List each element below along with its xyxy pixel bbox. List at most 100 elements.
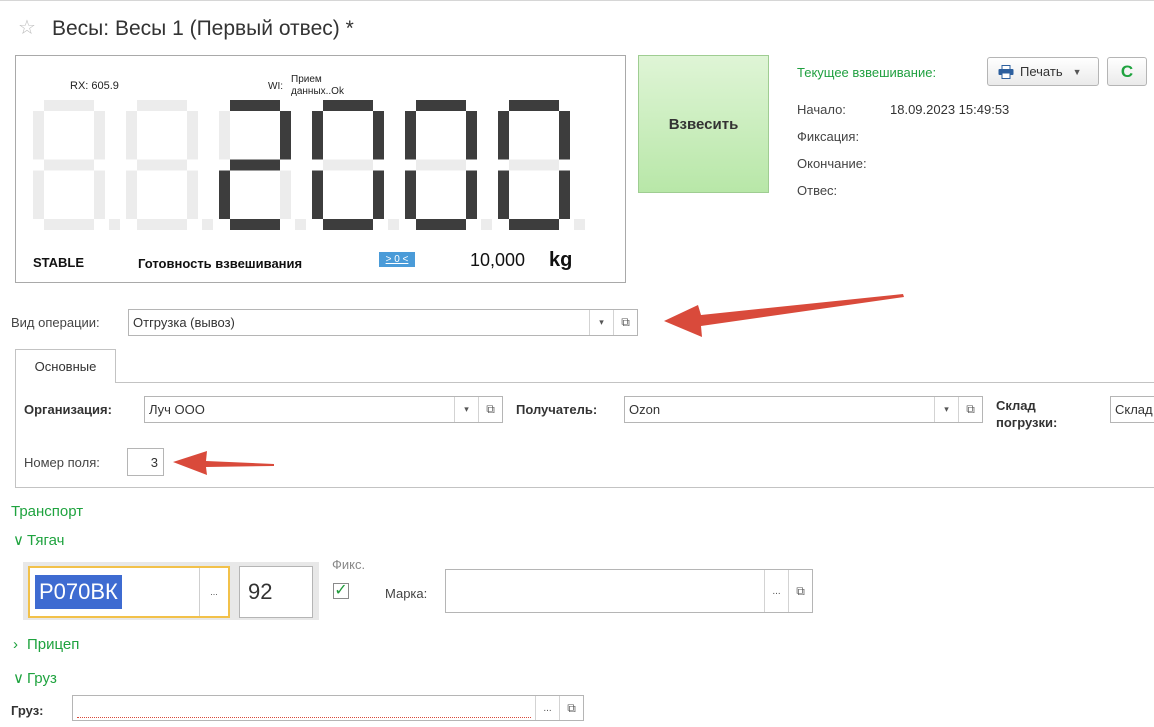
segment-0-c (94, 170, 105, 219)
cargo-group-header[interactable]: ∨ Груз (13, 669, 57, 687)
segment-2-f (219, 111, 230, 160)
stable-indicator: STABLE (33, 255, 85, 270)
open-form-icon[interactable]: ⧉ (559, 696, 583, 720)
segment-4-f (405, 111, 416, 160)
otves-label: Отвес: (797, 183, 838, 198)
segment-0-f (33, 111, 44, 160)
decimal-point-1 (202, 219, 213, 230)
organization-field[interactable]: Луч ООО ▾ ⧉ (144, 396, 503, 423)
weigh-button[interactable]: Взвесить (638, 55, 769, 193)
segment-4-a (416, 100, 466, 111)
decimal-point-2 (295, 219, 306, 230)
wi-status: Прием данных..Ok (291, 74, 344, 97)
segment-1-d (137, 219, 187, 230)
decimal-point-0 (109, 219, 120, 230)
refresh-icon: C (1120, 61, 1134, 81)
printer-icon (998, 64, 1014, 79)
dropdown-arrow-icon[interactable]: ▾ (589, 310, 613, 335)
segment-0-d (44, 219, 94, 230)
current-weighing-label: Текущее взвешивание: (797, 65, 937, 80)
segment-1-a (137, 100, 187, 111)
field-number-input[interactable]: 3 (127, 448, 164, 476)
segment-4-b (466, 111, 477, 160)
trailer-group-label: Прицеп (27, 636, 80, 653)
open-form-icon[interactable]: ⧉ (788, 570, 812, 612)
segment-2-a (230, 100, 280, 111)
chevron-down-icon: ∨ (13, 670, 24, 687)
segment-3-a (323, 100, 373, 111)
segment-3-g (323, 159, 373, 171)
segment-5-c (559, 170, 570, 219)
segment-5-b (559, 111, 570, 160)
organization-label: Организация: (24, 402, 112, 417)
plate-region-field[interactable]: 92 (239, 566, 313, 618)
brand-label: Марка: (385, 586, 428, 601)
recipient-label: Получатель: (516, 402, 598, 417)
tab-main[interactable]: Основные (15, 349, 116, 383)
chevron-down-icon: ▼ (1072, 66, 1082, 77)
dropdown-arrow-icon[interactable]: ▾ (454, 397, 478, 422)
print-button-label: Печать (1020, 64, 1063, 79)
plate-number-value: Р070ВК (35, 575, 122, 609)
segment-4-e (405, 170, 416, 219)
print-button[interactable]: Печать ▼ (987, 57, 1099, 86)
cargo-value (77, 699, 531, 718)
segment-1-c (187, 170, 198, 219)
recipient-field[interactable]: Ozon ▾ ⧉ (624, 396, 983, 423)
fix-label: Фикс. (332, 557, 366, 572)
cargo-select-button[interactable]: ... (535, 696, 559, 720)
warehouse-label-line1: Склад (996, 398, 1036, 413)
cargo-field[interactable]: ... ⧉ (72, 695, 584, 721)
segment-4-d (416, 219, 466, 230)
checkmark-icon: ✓ (334, 582, 348, 599)
field-number-value: 3 (150, 454, 158, 470)
segment-4-g (416, 159, 466, 171)
warehouse-label-line2: погрузки: (996, 415, 1058, 430)
chevron-right-icon: › (13, 636, 18, 653)
brand-select-button[interactable]: ... (764, 570, 788, 612)
segment-1-g (137, 159, 187, 171)
warehouse-value: Склад (1115, 402, 1153, 417)
open-form-icon[interactable]: ⧉ (478, 397, 502, 422)
field-number-label: Номер поля: (24, 455, 100, 470)
segment-3-b (373, 111, 384, 160)
segment-2-g (230, 159, 280, 171)
seven-segment-digits (33, 100, 585, 230)
segment-5-f (498, 111, 509, 160)
brand-field[interactable]: ... ⧉ (445, 569, 813, 613)
start-value: 18.09.2023 15:49:53 (890, 102, 1010, 117)
decimal-point-4 (481, 219, 492, 230)
trailer-group-header[interactable]: › Прицеп (13, 636, 79, 653)
segment-0-a (44, 100, 94, 111)
tractor-group-header[interactable]: ∨ Тягач (13, 531, 64, 549)
organization-value: Луч ООО (149, 402, 205, 417)
segment-5-e (498, 170, 509, 219)
annotation-arrow-operation (664, 294, 904, 337)
segment-5-a (509, 100, 559, 111)
segment-0-b (94, 111, 105, 160)
segment-2-e (219, 170, 230, 219)
page-title: Весы: Весы 1 (Первый отвес) * (52, 17, 354, 40)
segment-3-e (312, 170, 323, 219)
operation-field[interactable]: Отгрузка (вывоз) ▾ ⧉ (128, 309, 638, 336)
segment-2-b (280, 111, 291, 160)
favorite-star-icon[interactable]: ☆ (18, 16, 36, 40)
segment-3-f (312, 111, 323, 160)
segment-5-d (509, 219, 559, 230)
open-form-icon[interactable]: ⧉ (958, 397, 982, 422)
start-label: Начало: (797, 102, 846, 117)
open-form-icon[interactable]: ⧉ (613, 310, 637, 335)
tractor-group-label: Тягач (27, 532, 65, 549)
warehouse-field[interactable]: Склад (1110, 396, 1154, 423)
fixation-label: Фиксация: (797, 129, 860, 144)
segment-2-d (230, 219, 280, 230)
chevron-down-icon: ∨ (13, 532, 24, 549)
plate-select-button[interactable]: ... (199, 568, 228, 616)
refresh-button[interactable]: C (1107, 57, 1147, 86)
operation-value: Отгрузка (вывоз) (133, 315, 235, 330)
top-divider (0, 0, 1154, 1)
segment-0-e (33, 170, 44, 219)
fix-checkbox[interactable]: ✓ (333, 583, 349, 599)
dropdown-arrow-icon[interactable]: ▾ (934, 397, 958, 422)
segment-5-g (509, 159, 559, 171)
